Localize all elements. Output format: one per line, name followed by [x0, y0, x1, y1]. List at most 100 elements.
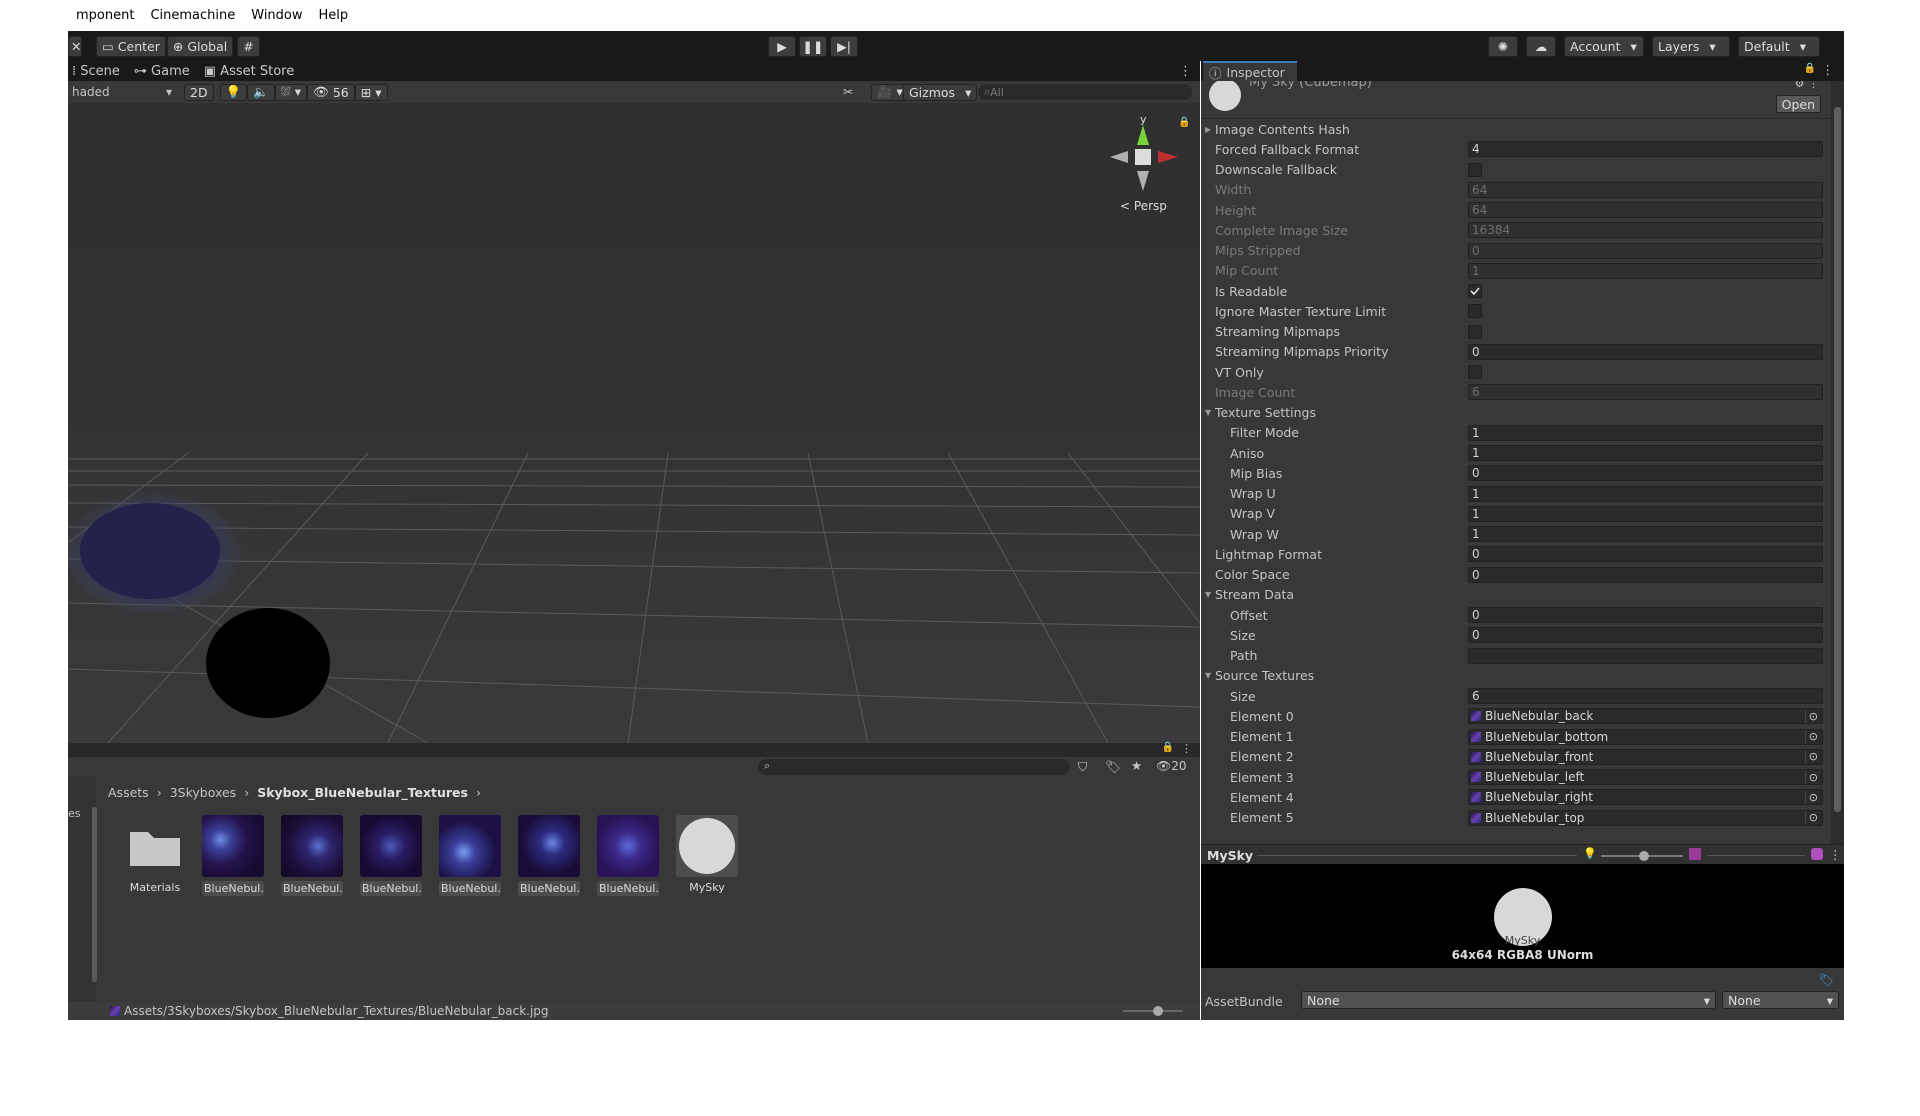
project-menu-icon[interactable]: ⋮	[1181, 742, 1192, 755]
settings-icon[interactable]: ⚙ ⋮	[1795, 81, 1819, 90]
grid-snap-button[interactable]: #	[237, 35, 260, 57]
lighting-icon[interactable]: ✺	[1488, 35, 1518, 57]
property-value-field[interactable]: 1	[1468, 505, 1823, 522]
foldout-open-icon[interactable]: ▼	[1205, 408, 1211, 417]
space-global-button[interactable]: ⊕ Global	[166, 35, 234, 57]
preview-menu-icon[interactable]: ⋮	[1829, 847, 1842, 862]
property-value-field[interactable]	[1468, 647, 1823, 664]
checkbox-checked[interactable]	[1468, 284, 1482, 298]
tag-icon[interactable]: 🏷	[1818, 972, 1834, 988]
hidden-objects-toggle[interactable]: 👁 56	[306, 83, 355, 101]
assetbundle-variant-dropdown[interactable]: None	[1722, 991, 1839, 1009]
step-button[interactable]: ▶|	[830, 35, 858, 57]
asset-texture[interactable]: BlueNebul...	[514, 815, 584, 899]
pause-button[interactable]: ❚❚	[799, 35, 827, 57]
filter-by-type-icon[interactable]: ⛉	[1078, 759, 1087, 775]
asset-texture[interactable]: BlueNebul...	[435, 815, 505, 899]
asset-texture[interactable]: BlueNebul...	[277, 815, 347, 899]
inspector-row[interactable]: ▶ Image Contents Hash	[1205, 119, 1831, 139]
foldout-closed-icon[interactable]: ▶	[1205, 125, 1211, 134]
object-picker-icon[interactable]: ⊙	[1804, 770, 1818, 784]
property-value-field[interactable]: 0	[1468, 343, 1823, 360]
panel-menu-icon[interactable]: ⋮	[1179, 64, 1192, 79]
inspector-row[interactable]: ▼ Source Textures	[1205, 666, 1831, 686]
object-field[interactable]: BlueNebular_left ⊙	[1468, 769, 1823, 785]
asset-texture[interactable]: BlueNebul...	[356, 815, 426, 899]
property-value-field[interactable]: 0	[1468, 566, 1823, 583]
object-field[interactable]: BlueNebular_right ⊙	[1468, 789, 1823, 806]
toggle-2d-button[interactable]: 2D	[184, 83, 214, 101]
preview-mode-icon[interactable]	[1811, 848, 1823, 860]
menu-cinemachine[interactable]: Cinemachine	[142, 8, 243, 23]
exposure-slider[interactable]	[1601, 851, 1683, 861]
property-value-field[interactable]: 1	[1468, 485, 1823, 502]
pivot-center-button[interactable]: ▭ Center	[96, 35, 166, 57]
preview-area[interactable]: MySky 64x64 RGBA8 UNorm	[1201, 864, 1844, 968]
tools-icon[interactable]: ✂	[843, 85, 853, 99]
checkbox[interactable]	[1468, 324, 1482, 339]
tab-scene[interactable]: ⁞ Scene	[68, 64, 120, 79]
breadcrumb-assets[interactable]: Assets	[108, 785, 149, 800]
play-button[interactable]: ▶	[768, 35, 796, 57]
light-icon[interactable]: 💡	[1583, 847, 1597, 860]
layers-dropdown[interactable]: Layers	[1652, 35, 1730, 57]
mip-slider[interactable]	[1707, 855, 1805, 856]
menu-window[interactable]: Window	[243, 8, 310, 23]
favorite-icon[interactable]: ★	[1131, 758, 1142, 773]
property-value-field[interactable]: 4	[1468, 141, 1823, 158]
thumbnail-size-slider[interactable]	[1123, 1006, 1183, 1016]
scene-search-field[interactable]: ⌕ All	[978, 84, 1192, 100]
assetbundle-dropdown[interactable]: None	[1301, 991, 1716, 1009]
project-sidebar[interactable]: es	[68, 777, 97, 1007]
breadcrumb-current[interactable]: Skybox_BlueNebular_Textures	[257, 785, 468, 800]
gizmos-dropdown[interactable]: Gizmos	[903, 83, 978, 101]
tool-icon[interactable]: ✕	[68, 35, 82, 57]
asset-folder-materials[interactable]: Materials	[120, 815, 190, 894]
tab-game[interactable]: ⊶ Game	[134, 64, 190, 79]
menu-help[interactable]: Help	[311, 8, 357, 23]
object-picker-icon[interactable]: ⊙	[1804, 709, 1818, 723]
grid-toggle-icon[interactable]: ⊞ ▾	[354, 83, 388, 101]
foldout-open-icon[interactable]: ▼	[1205, 590, 1211, 599]
alpha-icon[interactable]	[1689, 848, 1701, 860]
layout-dropdown[interactable]: Default	[1738, 35, 1820, 57]
property-value-field[interactable]: 1	[1468, 424, 1823, 441]
foldout-open-icon[interactable]: ▼	[1205, 671, 1211, 680]
cloud-icon[interactable]: ☁	[1526, 35, 1556, 57]
object-field[interactable]: BlueNebular_bottom ⊙	[1468, 728, 1823, 745]
asset-texture[interactable]: BlueNebul...	[198, 815, 268, 899]
property-value-field[interactable]: 0	[1468, 465, 1823, 482]
filter-by-label-icon[interactable]: 🏷	[1105, 759, 1121, 775]
object-picker-icon[interactable]: ⊙	[1804, 750, 1818, 764]
hidden-packages-toggle[interactable]: 👁20	[1156, 759, 1187, 773]
property-value-field[interactable]: 0	[1468, 607, 1823, 623]
object-field[interactable]: BlueNebular_back ⊙	[1468, 708, 1823, 725]
inspector-row[interactable]: ▼ Stream Data	[1205, 585, 1831, 605]
property-value-field[interactable]: 6	[1468, 688, 1823, 704]
tab-inspector[interactable]: ⓘ Inspector	[1203, 61, 1297, 81]
checkbox[interactable]	[1468, 162, 1482, 177]
object-picker-icon[interactable]: ⊙	[1804, 790, 1818, 804]
object-picker-icon[interactable]: ⊙	[1804, 811, 1818, 824]
checkbox[interactable]	[1468, 304, 1482, 319]
project-lock-icon[interactable]: 🔒	[1162, 742, 1174, 753]
asset-texture[interactable]: BlueNebul...	[593, 815, 663, 899]
tab-asset-store[interactable]: ▣ Asset Store	[204, 64, 294, 79]
object-field[interactable]: BlueNebular_front ⊙	[1468, 748, 1823, 765]
sidebar-scrollbar[interactable]	[92, 807, 97, 982]
property-value-field[interactable]: 1	[1468, 526, 1823, 542]
shading-dropdown[interactable]: haded ▾	[68, 85, 176, 99]
audio-toggle-icon[interactable]: 🔈	[247, 83, 275, 101]
property-value-field[interactable]: 0	[1468, 627, 1823, 644]
object-field[interactable]: BlueNebular_top ⊙	[1468, 809, 1823, 826]
inspector-menu-icon[interactable]: ⋮	[1822, 62, 1835, 77]
breadcrumb-3skyboxes[interactable]: 3Skyboxes	[170, 785, 237, 800]
inspector-row[interactable]: ▼ Texture Settings	[1205, 403, 1831, 423]
scene-viewport[interactable]: y 🔒 < Persp	[68, 103, 1200, 743]
asset-cubemap-mysky[interactable]: MySky	[672, 815, 742, 894]
persp-label[interactable]: < Persp	[1120, 199, 1167, 213]
checkbox[interactable]	[1468, 365, 1482, 379]
menu-component[interactable]: mponent	[68, 8, 142, 23]
lighting-toggle-icon[interactable]: 💡	[219, 83, 248, 101]
account-dropdown[interactable]: Account	[1564, 35, 1644, 57]
